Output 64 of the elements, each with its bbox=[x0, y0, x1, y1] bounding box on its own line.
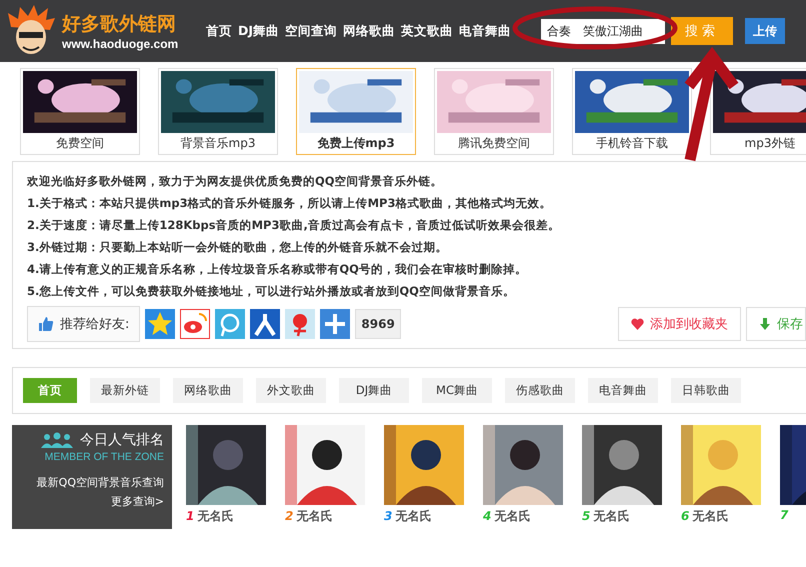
nav-link[interactable]: 首页 bbox=[206, 22, 232, 40]
intro-text: 欢迎光临好多歌外链网，致力于为网友提供优质免费的QQ空间背景音乐外链。 bbox=[27, 174, 444, 189]
person-icon[interactable] bbox=[250, 309, 280, 339]
people-icon bbox=[40, 432, 74, 448]
feature-label: mp3外链 bbox=[744, 135, 796, 152]
site-title[interactable]: 好多歌外链网 bbox=[62, 11, 196, 37]
rank-number: 3 bbox=[384, 509, 392, 523]
member-name[interactable]: 无名氏 bbox=[197, 508, 234, 525]
category-tab[interactable]: MC舞曲 bbox=[422, 378, 492, 403]
category-tab[interactable]: 最新外链 bbox=[90, 378, 160, 403]
heart-icon bbox=[631, 318, 644, 330]
feature-label: 背景音乐mp3 bbox=[180, 135, 256, 152]
search-field[interactable]: 合奏 笑傲江湖曲 bbox=[541, 18, 666, 44]
category-tab[interactable]: 电音舞曲 bbox=[588, 378, 658, 403]
rank-number: 6 bbox=[681, 509, 690, 523]
member-name[interactable]: 无名氏 bbox=[593, 508, 630, 525]
share-label: 推荐给好友: bbox=[60, 316, 130, 333]
feature-card[interactable]: mp3外链 bbox=[710, 68, 806, 155]
feature-label: 免费空间 bbox=[56, 135, 104, 152]
category-tab[interactable]: 外文歌曲 bbox=[256, 378, 326, 403]
member-name[interactable]: 无名氏 bbox=[296, 508, 332, 525]
rank-number: 4 bbox=[483, 509, 492, 523]
more-link[interactable]: 更多查询> bbox=[110, 494, 164, 509]
feature-label: 腾讯免费空间 bbox=[458, 135, 530, 152]
member-name[interactable]: 无名氏 bbox=[494, 508, 530, 525]
thumbs-up-icon bbox=[38, 316, 54, 332]
feature-label: 手机铃音下载 bbox=[596, 135, 668, 152]
feature-card[interactable]: 免费空间 bbox=[20, 68, 140, 155]
rank-number: 2 bbox=[285, 509, 294, 523]
download-icon bbox=[759, 318, 771, 330]
intro-text: 4.请上传有意义的正规音乐名称，上传垃圾音乐名称或带有QQ号的，我们会在审核时删除掉。 bbox=[27, 262, 528, 277]
share-count: 8969 bbox=[355, 309, 401, 339]
ranking-title: 今日人气排名 bbox=[80, 431, 164, 449]
member-name[interactable]: 无名氏 bbox=[692, 508, 728, 525]
member-name[interactable]: 无名氏 bbox=[395, 508, 432, 525]
intro-text: 2.关于速度：请尽量上传128Kbps音质的MP3歌曲,音质过高会有点卡，音质过低试听效果会很差。 bbox=[27, 218, 561, 233]
nav-link[interactable]: 电音舞曲 bbox=[459, 22, 512, 40]
site-url: www.haoduoge.com bbox=[62, 37, 180, 51]
intro-text: 1.关于格式：本站只提供mp3格式的音乐外链服务，所以请上传MP3格式歌曲，其他格式均无效。 bbox=[27, 196, 552, 211]
ranking-subtitle: MEMBER OF THE ZONE bbox=[44, 451, 164, 463]
nav-link[interactable]: 英文歌曲 bbox=[401, 22, 454, 40]
nav-link[interactable]: DJ舞曲 bbox=[238, 22, 280, 40]
intro-text: 3.外链过期：只要勤上本站听一会外链的歌曲，您上传的外链音乐就不会过期。 bbox=[27, 240, 448, 255]
rank-number: 1 bbox=[186, 509, 194, 523]
ranking-text: 最新QQ空间背景音乐查询 bbox=[36, 475, 164, 490]
nav-link[interactable]: 空间查询 bbox=[285, 22, 338, 40]
intro-text: 5.您上传文件，可以免费获取外链接地址，可以进行站外播放或者放到QQ空间做背景音乐。 bbox=[27, 284, 516, 299]
category-tab[interactable]: DJ舞曲 bbox=[339, 378, 409, 403]
plus-icon[interactable] bbox=[320, 309, 350, 339]
rank-number: 7 bbox=[780, 508, 788, 522]
feature-card[interactable]: 免费上传mp3 bbox=[296, 68, 416, 155]
feature-card[interactable]: 背景音乐mp3 bbox=[158, 68, 278, 155]
feature-card[interactable]: 手机铃音下载 bbox=[572, 68, 692, 155]
category-tab[interactable]: 网络歌曲 bbox=[173, 378, 243, 403]
rank-number: 5 bbox=[582, 509, 590, 523]
upload-button[interactable]: 上传 bbox=[745, 18, 786, 44]
category-tab[interactable]: 日韩歌曲 bbox=[671, 378, 741, 403]
feature-label: 免费上传mp3 bbox=[317, 135, 395, 152]
category-tab[interactable]: 伤感歌曲 bbox=[505, 378, 575, 403]
eye-icon[interactable] bbox=[180, 309, 210, 339]
cartoon-head-icon bbox=[6, 5, 56, 57]
bookmark-button[interactable]: 添加到收藏夹 bbox=[618, 307, 741, 341]
nav-link[interactable]: 网络歌曲 bbox=[343, 22, 396, 40]
feature-card[interactable]: 腾讯免费空间 bbox=[434, 68, 554, 155]
